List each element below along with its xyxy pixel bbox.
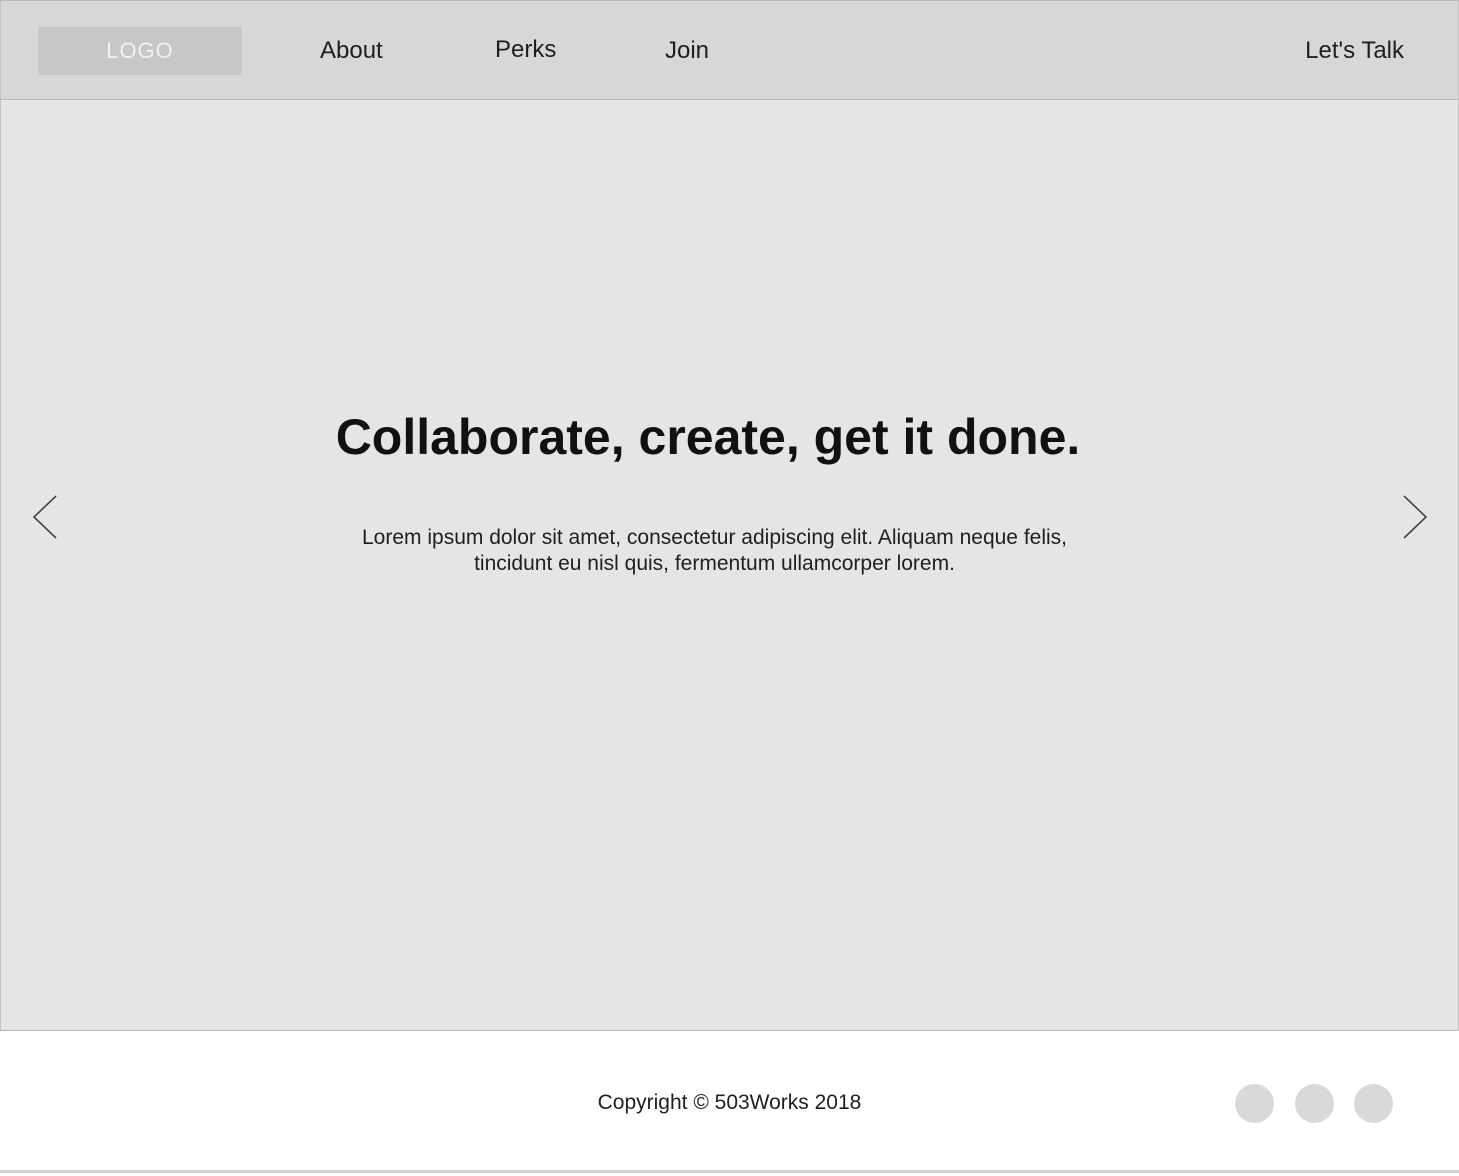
logo-text: LOGO — [106, 38, 174, 63]
site-header: LOGO About Perks Join Let's Talk — [0, 0, 1459, 100]
nav-link-perks[interactable]: Perks — [495, 35, 556, 65]
hero-carousel: Collaborate, create, get it done. Lorem … — [0, 100, 1459, 1031]
lets-talk-link[interactable]: Let's Talk — [1305, 36, 1404, 66]
page: LOGO About Perks Join Let's Talk Collabo… — [0, 0, 1459, 1176]
hero-title: Collaborate, create, get it done. — [335, 409, 1081, 465]
social-icon[interactable] — [1295, 1084, 1334, 1123]
carousel-next-button[interactable] — [1399, 494, 1429, 540]
nav-link-join[interactable]: Join — [665, 36, 709, 66]
social-icon[interactable] — [1235, 1084, 1274, 1123]
nav-link-about[interactable]: About — [320, 36, 383, 66]
chevron-right-icon — [1403, 495, 1428, 539]
carousel-prev-button[interactable] — [31, 494, 61, 540]
site-footer: Copyright © 503Works 2018 — [0, 1031, 1459, 1173]
chevron-left-icon — [32, 495, 57, 539]
logo[interactable]: LOGO — [38, 27, 242, 75]
social-icon[interactable] — [1354, 1084, 1393, 1123]
hero-body-text: Lorem ipsum dolor sit amet, consectetur … — [361, 526, 1068, 575]
